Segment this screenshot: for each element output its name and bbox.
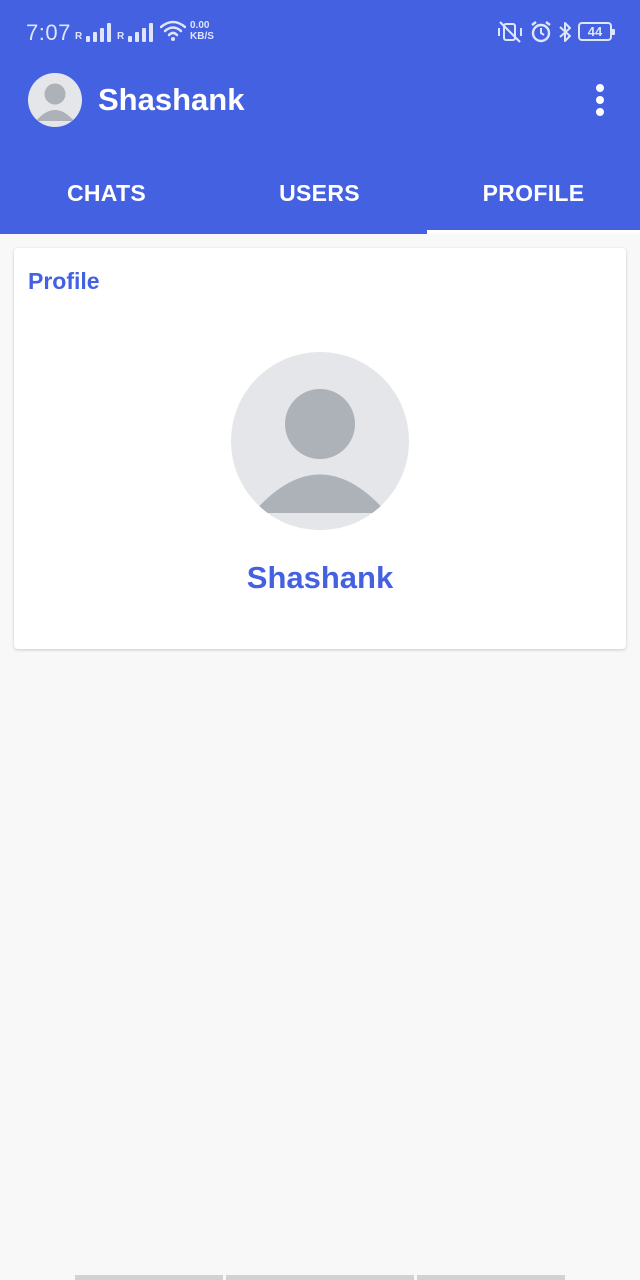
status-time: 7:07 [26,20,71,45]
person-avatar-icon [231,389,409,530]
tab-chats[interactable]: CHATS [0,152,213,234]
header-avatar[interactable] [28,73,82,127]
bluetooth-icon [559,22,571,42]
wifi-icon [160,20,186,41]
status-bar: 7:07 R R 0.00 KB/S 44 [0,0,640,66]
alarm-icon [531,21,551,43]
card-title: Profile [28,268,100,294]
tab-indicator [427,230,640,234]
battery-icon: 44 [578,22,615,41]
tab-users[interactable]: USERS [213,152,426,234]
signal-strength-icon: R [75,22,119,42]
signal-strength-icon: R [117,22,161,42]
nav-bar-indicator [75,1275,223,1280]
more-options-button[interactable] [588,82,612,118]
person-avatar-icon [36,83,74,121]
nav-bar-indicator [417,1275,565,1280]
tab-profile[interactable]: PROFILE [427,152,640,234]
profile-avatar[interactable] [231,352,409,530]
tab-bar: CHATS USERS PROFILE [0,152,640,234]
nav-bar-indicator [226,1275,414,1280]
vibrate-off-icon [498,21,522,43]
profile-name: Shashank [246,560,394,595]
profile-card: Profile Shashank [14,248,626,649]
app-bar: 7:07 R R 0.00 KB/S 44 Shashank CHATS USE… [0,0,640,234]
header-title: Shashank [98,82,245,117]
network-speed: 0.00 KB/S [190,20,214,42]
